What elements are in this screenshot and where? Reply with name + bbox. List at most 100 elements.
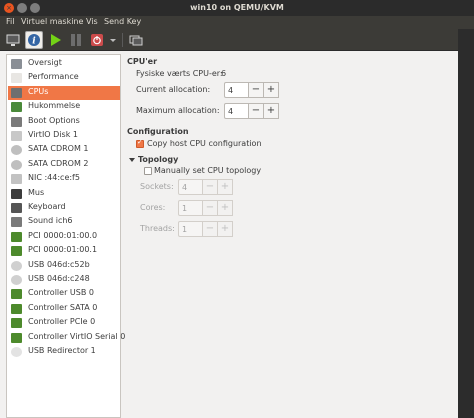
sidebar-item-label: Controller VirtIO Serial 0 xyxy=(28,331,126,341)
sidebar-item[interactable]: NIC :44:ce:f5 xyxy=(8,172,120,186)
sidebar-item[interactable]: SATA CDROM 1 xyxy=(8,143,120,157)
sidebar-item[interactable]: Mus xyxy=(8,187,120,201)
sidebar-item-label: Oversigt xyxy=(28,58,62,67)
shutdown-menu-button[interactable] xyxy=(108,31,118,49)
sidebar-item-label: Sound ich6 xyxy=(28,216,73,226)
hardware-list[interactable]: Oversigt Performance CPUs Hukommelse Boot Op… xyxy=(6,54,125,418)
overview-icon xyxy=(11,59,22,69)
pause-icon xyxy=(71,34,81,46)
sidebar-item[interactable]: Sound ich6 xyxy=(8,215,120,229)
sidebar-item-label: SATA CDROM 1 xyxy=(28,144,89,154)
topology-expander-icon[interactable] xyxy=(129,158,135,162)
sidebar-item-label: Hukommelse xyxy=(28,101,81,111)
menu-vis[interactable]: Vis xyxy=(86,17,98,26)
threads-increment-button[interactable]: + xyxy=(217,221,233,237)
copy-host-cpu-label[interactable]: Copy host CPU configuration xyxy=(147,139,262,148)
cores-input[interactable]: 1 xyxy=(178,200,203,216)
sidebar-item-label: NIC :44:ce:f5 xyxy=(28,173,80,183)
performance-icon xyxy=(11,73,22,84)
sidebar-item-label: CPUs xyxy=(28,86,49,96)
mouse-icon xyxy=(11,188,22,199)
sidebar-item[interactable]: Keyboard xyxy=(8,201,120,215)
current-allocation-increment-button[interactable]: + xyxy=(263,82,279,98)
manual-topology-checkbox[interactable] xyxy=(144,167,152,175)
sidebar-item-label: PCI 0000:01:00.1 xyxy=(28,245,98,255)
sidebar-item[interactable]: SATA CDROM 2 xyxy=(8,158,120,172)
run-button[interactable] xyxy=(46,31,64,49)
console-button[interactable] xyxy=(4,31,22,49)
usb-icon xyxy=(11,275,22,285)
nic-icon xyxy=(11,174,22,185)
desktop-edge xyxy=(458,29,474,418)
cores-increment-button[interactable]: + xyxy=(217,200,233,216)
sidebar-item[interactable]: Boot Options xyxy=(8,115,120,129)
current-allocation-input[interactable]: 4 xyxy=(224,82,249,98)
disk-icon xyxy=(11,131,22,141)
screenshot-icon xyxy=(129,35,143,46)
sidebar-item[interactable]: CPUs xyxy=(8,85,120,100)
sidebar-item[interactable]: Hukommelse xyxy=(8,100,120,114)
configuration-heading: Configuration xyxy=(127,127,189,136)
sidebar-item[interactable]: Performance xyxy=(8,71,120,85)
cpu-icon xyxy=(11,87,22,98)
menu-fil[interactable]: Fil xyxy=(6,17,14,26)
sidebar-item-label: Performance xyxy=(28,72,79,82)
current-allocation-label: Current allocation: xyxy=(136,85,211,94)
sidebar-item[interactable]: Controller PCIe 0 xyxy=(8,316,120,330)
memory-icon xyxy=(11,102,22,113)
toolbar: i xyxy=(0,29,474,51)
usb-icon xyxy=(11,260,22,271)
power-icon xyxy=(91,34,103,46)
copy-host-cpu-checkbox[interactable] xyxy=(136,138,144,148)
toolbar-separator xyxy=(122,33,123,47)
shutdown-button[interactable] xyxy=(88,31,106,49)
menu-send-key[interactable]: Send Key xyxy=(104,17,141,26)
usb-redirector-icon xyxy=(11,347,22,357)
sidebar-item[interactable]: Controller VirtIO Serial 0 xyxy=(8,331,125,345)
topology-heading[interactable]: Topology xyxy=(138,155,178,164)
maximum-allocation-input[interactable]: 4 xyxy=(224,103,249,119)
fullscreen-button[interactable] xyxy=(127,31,145,49)
sidebar-item[interactable]: USB 046d:c52b xyxy=(8,259,120,273)
sidebar-item[interactable]: PCI 0000:01:00.1 xyxy=(8,244,120,258)
pause-button[interactable] xyxy=(67,31,85,49)
sidebar-item[interactable]: VirtIO Disk 1 xyxy=(8,129,120,143)
sidebar-item-label: USB 046d:c52b xyxy=(28,259,90,269)
sockets-increment-button[interactable]: + xyxy=(217,179,233,195)
sidebar-item[interactable]: Oversigt xyxy=(8,57,120,71)
window-title: win10 on QEMU/KVM xyxy=(190,3,284,12)
maximum-allocation-decrement-button[interactable]: − xyxy=(248,103,264,119)
sidebar-item-label: VirtIO Disk 1 xyxy=(28,130,78,139)
sound-icon xyxy=(11,217,22,228)
sidebar-item-label: Boot Options xyxy=(28,115,80,125)
threads-input[interactable]: 1 xyxy=(178,221,203,237)
cores-decrement-button[interactable]: − xyxy=(202,200,218,216)
dropdown-icon xyxy=(110,39,116,42)
sidebar-item[interactable]: USB 046d:c248 xyxy=(8,273,120,287)
sidebar-item-label: Mus xyxy=(28,187,45,197)
sidebar-item[interactable]: Controller SATA 0 xyxy=(8,302,120,316)
host-cpus-label: Fysiske værts CPU-er: xyxy=(136,69,223,78)
monitor-icon xyxy=(6,34,20,46)
menu-virtuel-maskine[interactable]: Virtuel maskine xyxy=(21,17,83,26)
details-button[interactable]: i xyxy=(25,31,43,49)
threads-decrement-button[interactable]: − xyxy=(202,221,218,237)
pci-icon xyxy=(11,231,22,242)
svg-text:i: i xyxy=(32,37,36,47)
controller-icon xyxy=(11,303,22,314)
sockets-decrement-button[interactable]: − xyxy=(202,179,218,195)
sidebar-item-label: Controller SATA 0 xyxy=(28,302,98,312)
sidebar-item[interactable]: USB Redirector 1 xyxy=(8,345,120,359)
sockets-input[interactable]: 4 xyxy=(178,179,203,195)
sidebar-item[interactable]: PCI 0000:01:00.0 xyxy=(8,230,120,244)
manual-topology-label[interactable]: Manually set CPU topology xyxy=(154,166,261,175)
maximum-allocation-increment-button[interactable]: + xyxy=(263,103,279,119)
sidebar-item-label: SATA CDROM 2 xyxy=(28,158,89,168)
controller-icon xyxy=(11,332,22,343)
current-allocation-decrement-button[interactable]: − xyxy=(248,82,264,98)
sidebar-item-label: USB Redirector 1 xyxy=(28,346,96,355)
sidebar-item-label: Controller PCIe 0 xyxy=(28,317,96,327)
details-view: Oversigt Performance CPUs Hukommelse Boot Op… xyxy=(0,51,458,418)
sidebar-item-label: Controller USB 0 xyxy=(28,288,94,298)
sidebar-item[interactable]: Controller USB 0 xyxy=(8,287,120,301)
